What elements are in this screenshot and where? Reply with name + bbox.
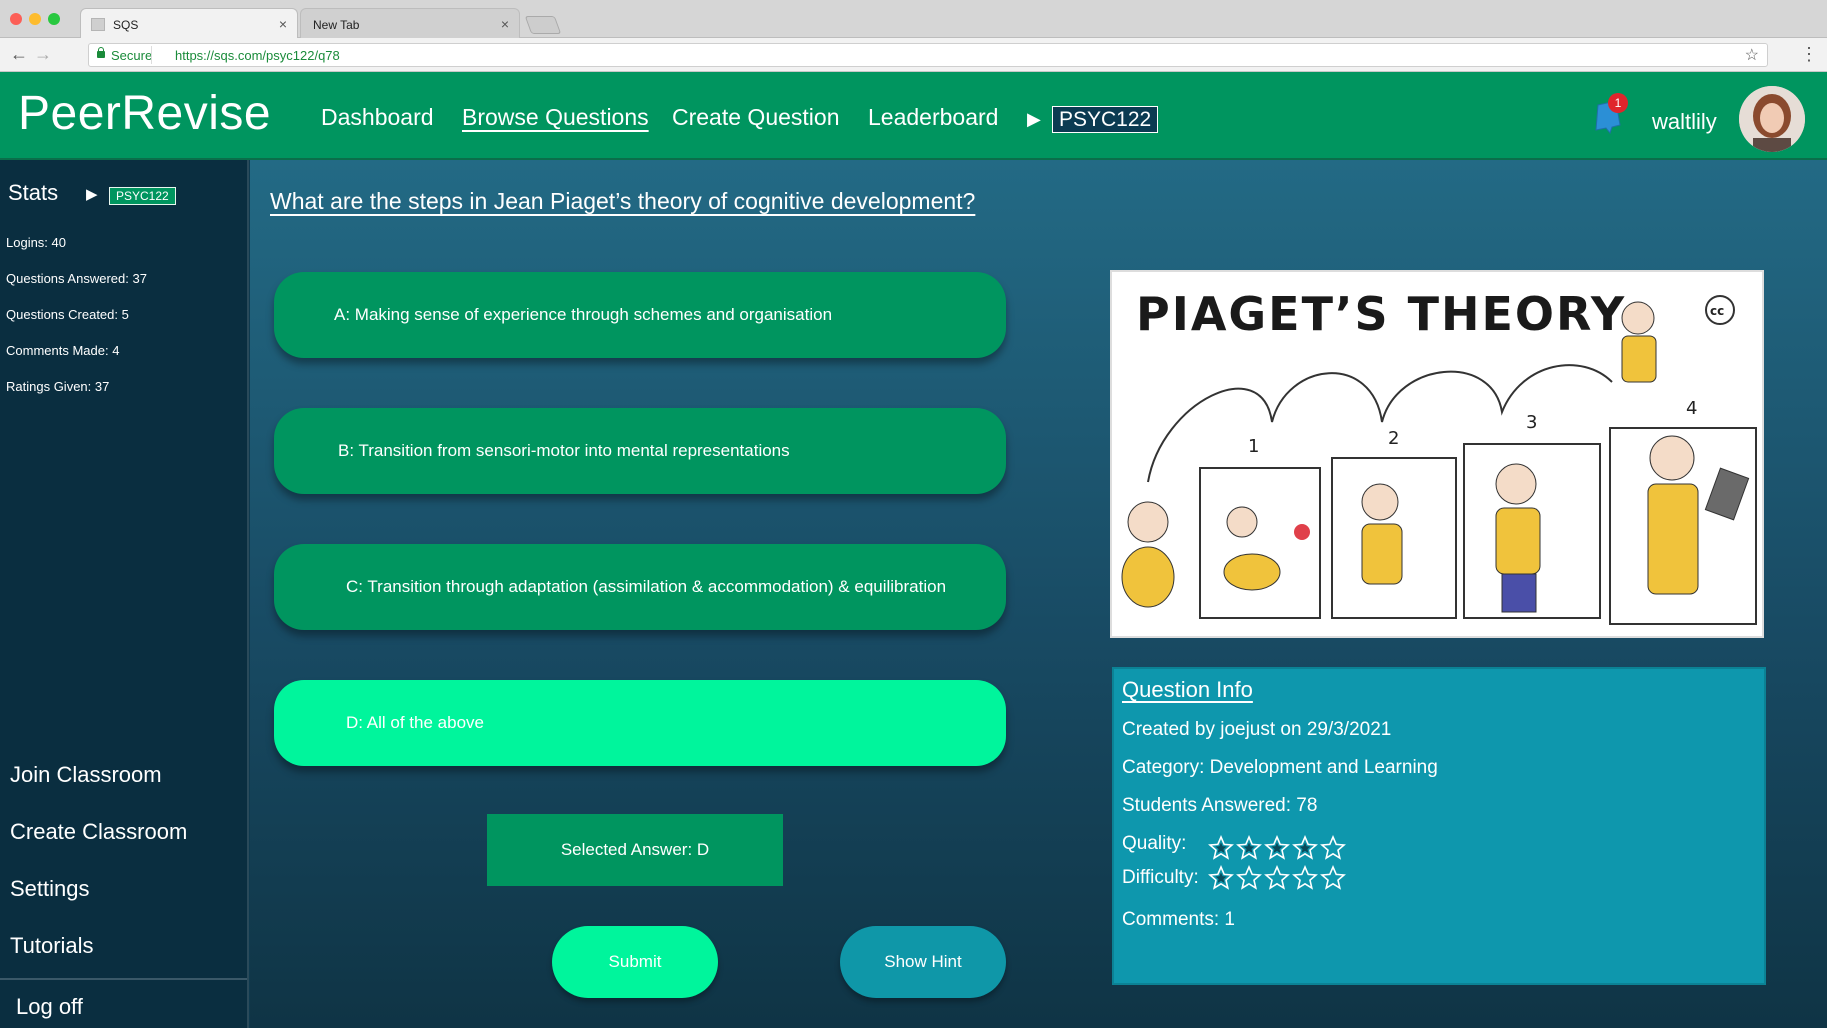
star-filled-icon[interactable] [1264, 835, 1290, 861]
minimize-window-button[interactable] [29, 13, 41, 25]
star-empty-icon[interactable] [1264, 865, 1290, 891]
sidebar-item-join-classroom[interactable]: Join Classroom [10, 762, 162, 788]
browser-menu-icon[interactable]: ⋮ [1800, 44, 1818, 65]
category: Category: Development and Learning [1122, 757, 1438, 778]
answer-option-b[interactable]: B: Transition from sensori-motor into me… [274, 408, 1006, 494]
divider [0, 978, 247, 980]
sidebar-item-tutorials[interactable]: Tutorials [10, 933, 94, 959]
browser-tab-bar: SQS × New Tab × [0, 0, 1827, 38]
address-bar[interactable]: Secure https://sqs.com/psyc122/q78 ☆ [88, 43, 1768, 67]
star-filled-icon[interactable] [1208, 835, 1234, 861]
students-answered: Students Answered: 78 [1122, 795, 1318, 816]
answer-option-c[interactable]: C: Transition through adaptation (assimi… [274, 544, 1006, 630]
quality-label: Quality: [1122, 833, 1187, 854]
submit-button[interactable]: Submit [552, 926, 718, 998]
star-filled-icon[interactable] [1292, 835, 1318, 861]
app-logo[interactable]: PeerRevise [18, 86, 271, 141]
username[interactable]: waltlily [1652, 109, 1717, 135]
browser-tab-new-tab[interactable]: New Tab × [300, 8, 520, 38]
secure-label: Secure [111, 48, 153, 63]
star-filled-icon[interactable] [1208, 865, 1234, 891]
play-arrow-icon: ▶ [86, 186, 98, 203]
nav-dashboard[interactable]: Dashboard [321, 104, 434, 131]
selected-answer-display: Selected Answer: D [487, 814, 783, 886]
back-arrow-icon[interactable]: ← [10, 44, 28, 65]
maximize-window-button[interactable] [48, 13, 60, 25]
url-text[interactable]: https://sqs.com/psyc122/q78 [175, 48, 340, 63]
difficulty-label: Difficulty: [1122, 867, 1199, 888]
answer-label: B: Transition from sensori-motor into me… [338, 441, 790, 460]
bookmark-star-icon[interactable]: ☆ [1745, 45, 1759, 65]
show-hint-button[interactable]: Show Hint [840, 926, 1006, 998]
sidebar-item-create-classroom[interactable]: Create Classroom [10, 819, 187, 845]
star-filled-icon[interactable] [1236, 835, 1262, 861]
play-arrow-icon: ▶ [1027, 109, 1041, 129]
avatar[interactable] [1739, 86, 1805, 152]
course-selector[interactable]: PSYC122 [1052, 106, 1159, 133]
question-info-panel: Question Info Created by joejust on 29/3… [1112, 667, 1766, 985]
stat-comments-made: Comments Made: 4 [6, 343, 120, 358]
notification-count-badge: 1 [1608, 93, 1628, 113]
lock-icon [97, 47, 105, 58]
close-icon[interactable]: × [279, 16, 287, 32]
tab-label: SQS [113, 18, 139, 32]
question-info-title: Question Info [1122, 677, 1253, 702]
log-off-link[interactable]: Log off [16, 994, 83, 1020]
star-empty-icon[interactable] [1236, 865, 1262, 891]
illustration-title: PIAGET’S THEORY [1136, 287, 1626, 341]
answer-label: C: Transition through adaptation (assimi… [346, 577, 947, 596]
sidebar: Stats ▶ PSYC122 Logins: 40 Questions Ans… [0, 160, 249, 1028]
answer-option-d[interactable]: D: All of the above [274, 680, 1006, 766]
star-empty-icon[interactable] [1320, 865, 1346, 891]
new-tab-button[interactable] [524, 16, 562, 34]
star-empty-icon[interactable] [1292, 865, 1318, 891]
divider [151, 46, 152, 64]
page-icon [91, 18, 105, 31]
stat-questions-created: Questions Created: 5 [6, 307, 129, 322]
stat-ratings-given: Ratings Given: 37 [6, 379, 110, 394]
question-title: What are the steps in Jean Piaget’s theo… [270, 188, 976, 214]
sidebar-item-settings[interactable]: Settings [10, 876, 90, 902]
nav-browse-questions[interactable]: Browse Questions [462, 104, 649, 131]
difficulty-stars[interactable] [1208, 865, 1346, 891]
answer-option-a[interactable]: A: Making sense of experience through sc… [274, 272, 1006, 358]
step-number: 3 [1526, 412, 1537, 433]
stats-course-badge[interactable]: PSYC122 [109, 187, 176, 205]
stats-title: Stats [8, 180, 59, 205]
step-number: 1 [1248, 436, 1259, 457]
piaget-theory-illustration: PIAGET’S THEORY 1 2 3 4 cc [1110, 270, 1764, 638]
answer-label: D: All of the above [346, 713, 484, 732]
main-content: What are the steps in Jean Piaget’s theo… [250, 160, 1827, 1028]
tab-label: New Tab [313, 18, 360, 32]
comments-count: Comments: 1 [1122, 909, 1235, 930]
step-number: 2 [1388, 428, 1399, 449]
star-empty-icon[interactable] [1320, 835, 1346, 861]
forward-arrow-icon[interactable]: → [34, 44, 52, 65]
stat-questions-answered: Questions Answered: 37 [6, 271, 147, 286]
close-window-button[interactable] [10, 13, 22, 25]
app-header: PeerRevise Dashboard Browse Questions Cr… [0, 72, 1827, 160]
stat-logins: Logins: 40 [6, 235, 66, 250]
browser-toolbar: ← → Secure https://sqs.com/psyc122/q78 ☆… [0, 38, 1827, 72]
answer-label: A: Making sense of experience through sc… [334, 305, 833, 324]
cc-badge: cc [1710, 304, 1724, 318]
close-icon[interactable]: × [501, 16, 509, 32]
quality-stars[interactable] [1208, 835, 1346, 861]
step-number: 4 [1686, 398, 1697, 419]
nav-leaderboard[interactable]: Leaderboard [868, 104, 998, 131]
created-by: Created by joejust on 29/3/2021 [1122, 719, 1392, 740]
nav-create-question[interactable]: Create Question [672, 104, 839, 131]
browser-tab-sqs[interactable]: SQS × [80, 8, 298, 38]
